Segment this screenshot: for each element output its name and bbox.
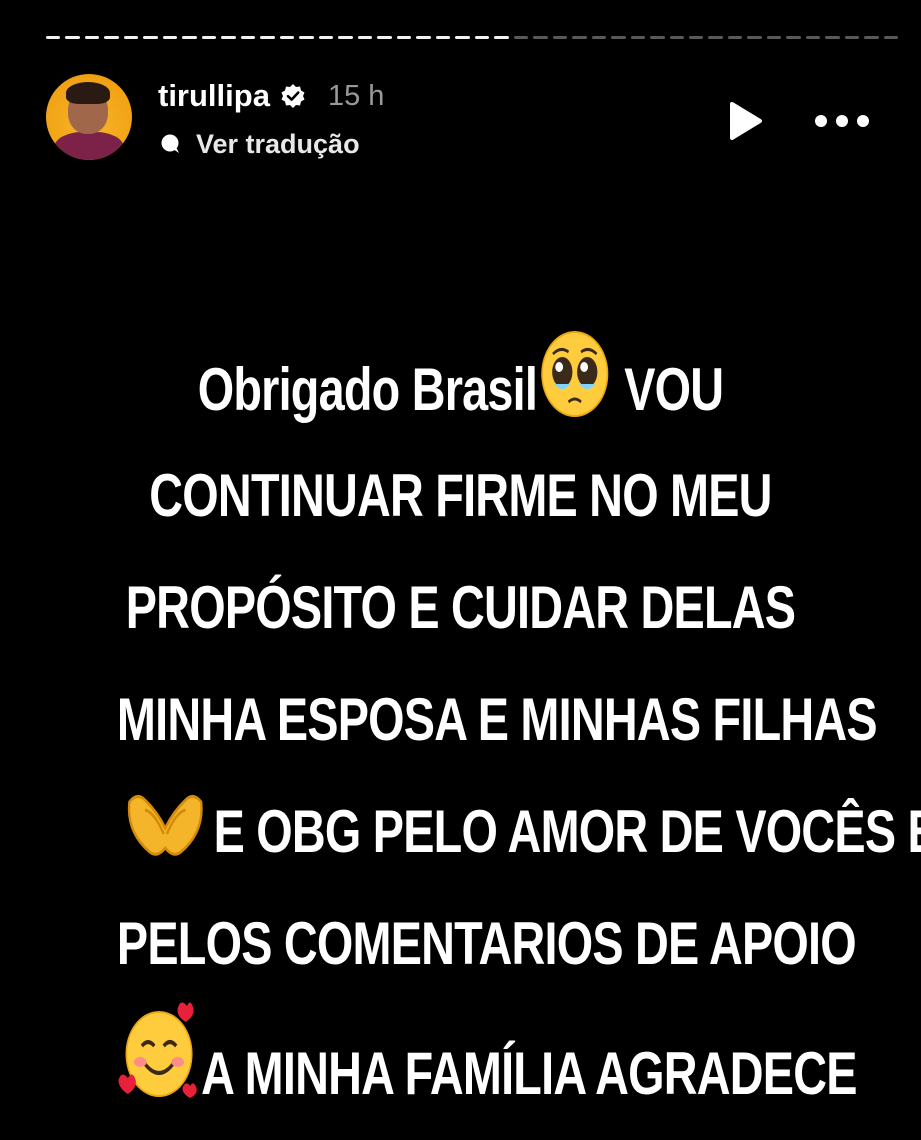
story-line-text: A MINHA FAMÍLIA AGRADECE <box>201 1040 857 1107</box>
story-line: A MINHA FAMÍLIA AGRADECE <box>117 1000 857 1112</box>
progress-segment <box>377 36 392 39</box>
progress-segment <box>513 36 529 39</box>
username-row: tirullipa 15 h <box>158 76 384 116</box>
progress-segment <box>630 36 646 39</box>
progress-segment <box>435 36 451 39</box>
progress-segment <box>494 36 509 39</box>
story-line: E OBG PELO AMOR DE VOCÊS E <box>117 776 921 888</box>
username[interactable]: tirullipa <box>158 78 270 114</box>
progress-segment <box>84 36 100 39</box>
progress-segment <box>201 36 217 39</box>
progress-segment <box>416 36 431 39</box>
progress-segment <box>708 36 723 39</box>
progress-segment <box>864 36 879 39</box>
progress-segment <box>669 36 684 39</box>
more-options-icon <box>815 115 869 127</box>
progress-segment <box>143 36 158 39</box>
story-line: PELOS COMENTARIOS DE APOIO <box>117 888 857 1000</box>
progress-segment <box>474 36 490 39</box>
progress-segment <box>844 36 860 39</box>
progress-segment <box>279 36 295 39</box>
story-line-text: VOU <box>611 356 724 423</box>
story-line-text: E OBG PELO AMOR DE VOCÊS E <box>213 798 921 865</box>
progress-segment <box>572 36 587 39</box>
see-translation-label[interactable]: Ver tradução <box>196 129 360 160</box>
progress-segment <box>357 36 373 39</box>
post-time: 15 h <box>327 79 385 112</box>
story-line-text: MINHA ESPOSA E MINHAS FILHAS <box>116 686 878 753</box>
progress-segment <box>162 36 178 39</box>
progress-segment <box>552 36 568 39</box>
story-line-text: PELOS COMENTARIOS DE APOIO <box>116 910 857 977</box>
story-progress-bar <box>46 36 899 42</box>
story-line: CONTINUAR FIRME NO MEU <box>117 440 804 552</box>
progress-segment <box>338 36 353 39</box>
progress-segment <box>221 36 236 39</box>
heart-hands-emoji <box>118 782 212 898</box>
play-icon <box>730 102 762 140</box>
progress-segment <box>299 36 314 39</box>
story-line-text: Obrigado Brasil <box>197 356 538 423</box>
progress-segment <box>318 36 334 39</box>
smiling-face-with-hearts-emoji <box>118 1000 199 1140</box>
story-line: MINHA ESPOSA E MINHAS FILHAS <box>117 664 878 776</box>
progress-segment <box>455 36 470 39</box>
progress-segment <box>260 36 275 39</box>
avatar[interactable] <box>46 74 132 160</box>
progress-segment <box>883 36 899 39</box>
story-line: PROPÓSITO E CUIDAR DELAS <box>117 552 804 664</box>
story-header: tirullipa 15 h Ver tradução <box>46 72 898 168</box>
progress-segment <box>396 36 412 39</box>
progress-segment <box>727 36 743 39</box>
see-translation-link[interactable]: Ver tradução <box>158 126 360 162</box>
play-button[interactable] <box>724 98 766 144</box>
pleading-face-emoji <box>539 328 611 456</box>
avatar-hair-shape <box>66 82 110 104</box>
progress-segment <box>591 36 607 39</box>
more-options-button[interactable] <box>810 98 874 144</box>
progress-segment <box>825 36 840 39</box>
progress-segment <box>688 36 704 39</box>
progress-segment <box>747 36 762 39</box>
story-text: Obrigado Brasil VOU CONTINUAR FIRME NO ME… <box>117 328 921 1112</box>
progress-segment <box>805 36 821 39</box>
story-line-text: PROPÓSITO E CUIDAR DELAS <box>125 574 796 641</box>
avatar-body-shape <box>54 132 124 160</box>
speech-bubble-icon <box>158 132 182 156</box>
story-line-text: CONTINUAR FIRME NO MEU <box>149 462 772 529</box>
progress-segment <box>123 36 139 39</box>
progress-segment <box>182 36 197 39</box>
story-line: Obrigado Brasil VOU <box>117 328 804 440</box>
progress-segment <box>611 36 626 39</box>
progress-segment <box>46 36 61 39</box>
progress-segment <box>786 36 801 39</box>
progress-segment <box>65 36 80 39</box>
progress-segment <box>650 36 665 39</box>
progress-segment <box>533 36 548 39</box>
verified-badge-icon <box>280 83 306 109</box>
progress-segment <box>240 36 256 39</box>
progress-segment <box>104 36 119 39</box>
progress-segment <box>766 36 782 39</box>
